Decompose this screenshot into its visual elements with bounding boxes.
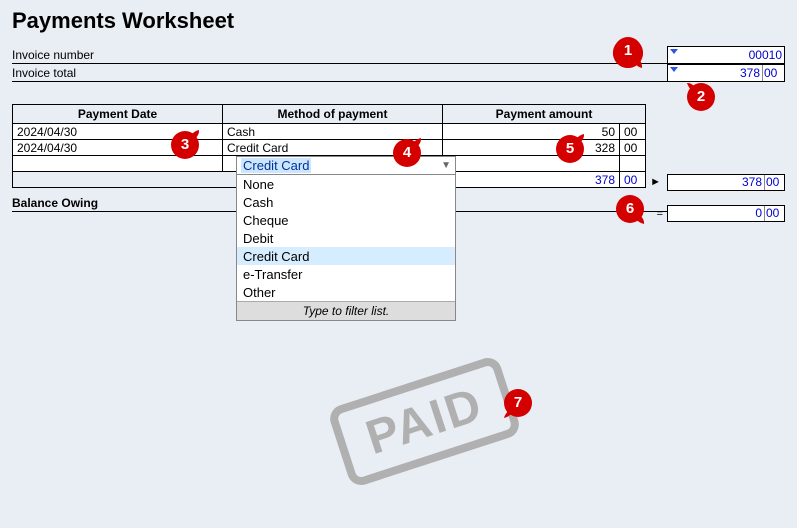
dropdown-filter-hint: Type to filter list.: [237, 301, 455, 320]
cell-amount-cents[interactable]: 00: [620, 140, 646, 156]
col-header-method[interactable]: Method of payment: [223, 105, 443, 124]
side-total-field[interactable]: 378 00: [667, 174, 785, 191]
invoice-total-cents: 00: [762, 65, 782, 81]
invoice-total-label: Invoice total: [12, 66, 132, 80]
dropdown-selected-text: Credit Card: [241, 158, 311, 173]
invoice-number-label: Invoice number: [12, 48, 132, 62]
side-total-cents: 00: [764, 175, 784, 190]
invoice-number-value: 00010: [749, 48, 782, 62]
invoice-total-row: Invoice total 378 00: [12, 64, 785, 82]
invoice-number-field[interactable]: 00010: [667, 46, 785, 63]
dropdown-option[interactable]: Cheque: [237, 211, 455, 229]
method-dropdown[interactable]: Credit Card ▼ None Cash Cheque Debit Cre…: [236, 156, 456, 321]
invoice-total-field[interactable]: 378 00: [667, 64, 785, 81]
cell-amount-cents[interactable]: 00: [620, 124, 646, 140]
dropdown-option[interactable]: Credit Card: [237, 247, 455, 265]
callout-7: 7: [501, 386, 535, 420]
invoice-total-main: 378: [740, 65, 762, 81]
callout-3: 3: [168, 128, 202, 162]
page-title: Payments Worksheet: [0, 0, 797, 38]
cell-amount-main[interactable]: 328: [443, 140, 620, 156]
dropdown-icon[interactable]: [670, 49, 678, 54]
callout-6: 6: [613, 192, 647, 226]
dropdown-option[interactable]: e-Transfer: [237, 265, 455, 283]
col-header-date[interactable]: Payment Date: [13, 105, 223, 124]
equals-icon: =: [657, 208, 663, 220]
balance-main: 0: [668, 206, 764, 221]
col-header-amount[interactable]: Payment amount: [443, 105, 646, 124]
balance-label: Balance Owing: [12, 196, 98, 210]
callout-2: 2: [684, 80, 718, 114]
cell-amount-main[interactable]: 50: [443, 124, 620, 140]
total-main: 378: [443, 172, 620, 188]
paid-stamp: PAID: [327, 354, 523, 488]
balance-field[interactable]: 0 00: [667, 205, 785, 222]
dropdown-option[interactable]: None: [237, 175, 455, 193]
dropdown-option[interactable]: Cash: [237, 193, 455, 211]
dropdown-icon[interactable]: [670, 67, 678, 72]
table-row[interactable]: 2024/04/30 Credit Card 328 00: [13, 140, 646, 156]
callout-1: 1: [611, 36, 645, 70]
total-cents: 00: [620, 172, 646, 188]
arrow-right-icon: ►: [650, 176, 661, 188]
callout-4: 4: [390, 136, 424, 170]
header-section: Invoice number 00010 Invoice total 378 0…: [12, 46, 785, 82]
balance-cents: 00: [764, 206, 784, 221]
table-row[interactable]: 2024/04/30 Cash 50 00: [13, 124, 646, 140]
chevron-down-icon[interactable]: ▼: [441, 160, 451, 171]
side-total-main: 378: [668, 175, 764, 190]
invoice-number-row: Invoice number 00010: [12, 46, 785, 64]
dropdown-option[interactable]: Debit: [237, 229, 455, 247]
callout-5: 5: [553, 132, 587, 166]
dropdown-option[interactable]: Other: [237, 283, 455, 301]
